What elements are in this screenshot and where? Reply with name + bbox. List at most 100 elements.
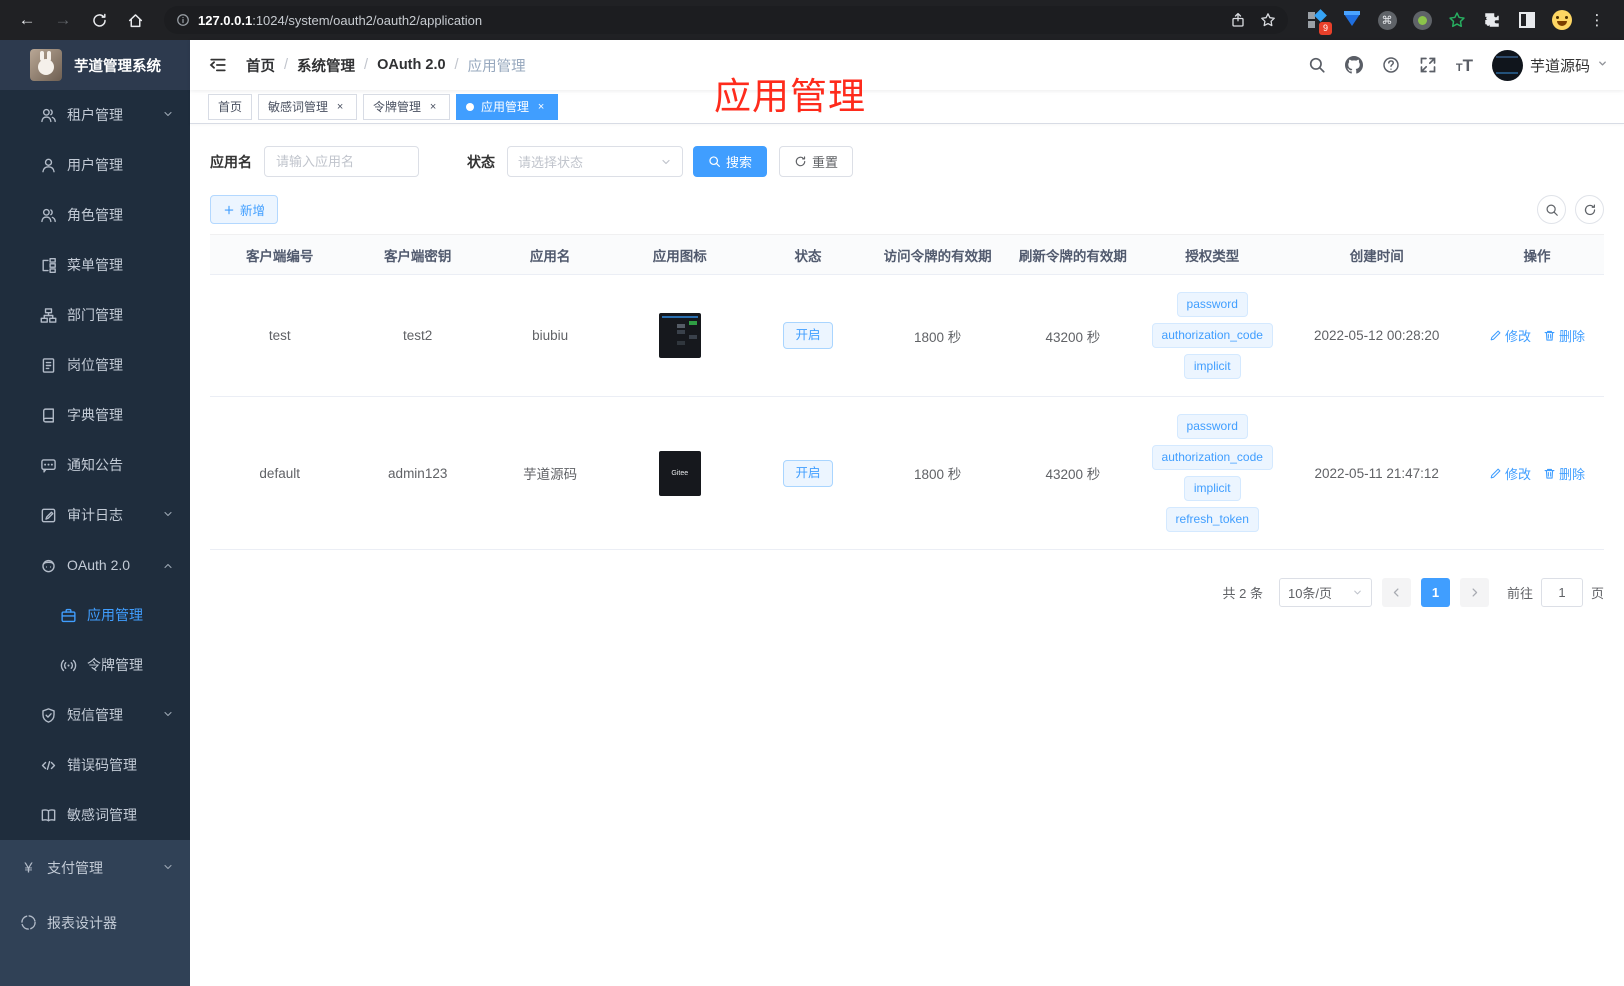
page-number-1[interactable]: 1	[1420, 578, 1450, 607]
header-search-icon[interactable]	[1308, 56, 1326, 74]
browser-back-icon[interactable]: ←	[12, 5, 42, 35]
recorder-extension-icon[interactable]	[1411, 9, 1433, 31]
sidebar-toggle-icon[interactable]	[206, 53, 230, 77]
sidebar-item-role[interactable]: 角色管理	[0, 190, 190, 240]
close-icon[interactable]: ×	[426, 100, 440, 114]
status-badge: 开启	[783, 459, 833, 487]
add-button[interactable]: 新增	[210, 195, 279, 224]
sidebar-item-dict[interactable]: 字典管理	[0, 390, 190, 440]
sidebar-item-label: 角色管理	[67, 207, 123, 223]
prev-page-button[interactable]	[1381, 578, 1411, 607]
gem-extension-icon[interactable]	[1341, 9, 1363, 31]
sidebar-item-audit-log[interactable]: 审计日志	[0, 490, 190, 540]
status-label: 状态	[467, 153, 495, 170]
search-button[interactable]: 搜索	[693, 146, 768, 177]
user-menu[interactable]: 芋道源码	[1491, 49, 1608, 81]
site-info-icon[interactable]	[176, 13, 190, 27]
help-icon[interactable]	[1382, 56, 1400, 74]
breadcrumb: 首页 / 系统管理 / OAuth 2.0 / 应用管理	[246, 55, 526, 76]
delete-button[interactable]: 删除	[1543, 326, 1585, 345]
app-title: 芋道管理系统	[74, 58, 161, 75]
sidebar-item-tenant[interactable]: 租户管理	[0, 90, 190, 140]
browser-menu-icon[interactable]: ⋮	[1586, 9, 1608, 31]
sidebar-item-oauth2-application[interactable]: 应用管理	[0, 590, 190, 640]
tags-view: 首页 敏感词管理 × 令牌管理 × 应用管理 ×	[190, 90, 1624, 124]
share-icon[interactable]	[1230, 12, 1246, 28]
segmented-circle-icon	[20, 914, 37, 931]
extension-badge-count: 9	[1319, 22, 1332, 35]
message-icon	[40, 457, 57, 474]
tab-token[interactable]: 令牌管理 ×	[363, 93, 451, 120]
sidebar-item-label: 岗位管理	[67, 357, 123, 373]
sidebar-item-post[interactable]: 岗位管理	[0, 340, 190, 390]
github-icon[interactable]	[1345, 56, 1363, 74]
reset-button[interactable]: 重置	[779, 146, 854, 177]
chevron-down-icon	[1597, 56, 1608, 74]
col-refresh-ttl: 刷新令牌的有效期	[1004, 234, 1142, 275]
app-icon-image	[658, 313, 701, 358]
sidebar-item-oauth2[interactable]: OAuth 2.0	[0, 540, 190, 590]
refresh-table-button[interactable]	[1575, 195, 1604, 224]
font-size-icon[interactable]: TT	[1456, 57, 1473, 74]
next-page-button[interactable]	[1459, 578, 1489, 607]
breadcrumb-current: 应用管理	[467, 58, 526, 75]
page-size-select[interactable]: 10条/页	[1278, 578, 1372, 607]
app-name-input[interactable]	[264, 146, 419, 177]
sidebar-item-error-code[interactable]: 错误码管理	[0, 740, 190, 790]
breadcrumb-oauth2[interactable]: OAuth 2.0	[377, 57, 445, 73]
extension-badge-icon[interactable]: 9	[1306, 9, 1332, 35]
dark-mode-icon[interactable]	[1516, 9, 1538, 31]
sidebar-item-sensitive-word[interactable]: 敏感词管理	[0, 790, 190, 840]
status-select[interactable]: 请选择状态	[507, 146, 683, 177]
close-icon[interactable]: ×	[534, 100, 548, 114]
app-logo-bar[interactable]: 芋道管理系统	[0, 40, 190, 90]
puzzle-extensions-icon[interactable]	[1481, 9, 1503, 31]
tab-application[interactable]: 应用管理 ×	[456, 93, 559, 120]
address-bar[interactable]: 127.0.0.1:1024/system/oauth2/oauth2/appl…	[164, 6, 1288, 34]
browser-home-icon[interactable]	[120, 5, 150, 35]
username: 芋道源码	[1529, 57, 1590, 75]
table-toolbar: 新增	[210, 195, 1604, 224]
sidebar-item-notice[interactable]: 通知公告	[0, 440, 190, 490]
command-extension-icon[interactable]: ⌘	[1376, 9, 1398, 31]
toggle-search-button[interactable]	[1537, 195, 1566, 224]
delete-button[interactable]: 删除	[1543, 464, 1585, 483]
cell-access-ttl: 1800 秒	[870, 396, 1005, 550]
chevron-down-icon	[162, 107, 174, 123]
cell-created: 2022-05-12 00:28:20	[1283, 274, 1471, 397]
close-icon[interactable]: ×	[333, 100, 347, 114]
table-header-row: 客户端编号 客户端密钥 应用名 应用图标 状态 访问令牌的有效期 刷新令牌的有效…	[210, 234, 1604, 275]
sidebar-item-dept[interactable]: 部门管理	[0, 290, 190, 340]
edit-button[interactable]: 修改	[1489, 326, 1531, 345]
tab-home[interactable]: 首页	[208, 93, 253, 120]
bookmark-star-icon[interactable]	[1260, 12, 1276, 28]
sidebar-item-payment[interactable]: 支付管理	[0, 840, 190, 895]
sidebar-item-label: 通知公告	[67, 457, 123, 473]
fullscreen-icon[interactable]	[1419, 56, 1437, 74]
sidebar-item-report-designer[interactable]: 报表设计器	[0, 895, 190, 950]
sidebar-item-sms[interactable]: 短信管理	[0, 690, 190, 740]
chevron-down-icon	[162, 860, 174, 876]
grant-tag: password	[1176, 414, 1248, 439]
browser-reload-icon[interactable]	[84, 5, 114, 35]
star-extension-icon[interactable]	[1446, 9, 1468, 31]
robot-icon	[40, 557, 57, 574]
profile-emoji-icon[interactable]	[1551, 9, 1573, 31]
tab-sensitive-word[interactable]: 敏感词管理 ×	[258, 93, 358, 120]
trash-icon	[1543, 467, 1556, 480]
edit-button[interactable]: 修改	[1489, 464, 1531, 483]
page: ← → 127.0.0.1:1024/system/oauth2/oauth2/…	[0, 0, 1624, 986]
breadcrumb-system[interactable]: 系统管理	[297, 55, 355, 76]
sidebar-item-menu[interactable]: 菜单管理	[0, 240, 190, 290]
sidebar-item-user[interactable]: 用户管理	[0, 140, 190, 190]
goto-prefix: 前往	[1506, 586, 1533, 601]
browser-forward-icon[interactable]: →	[48, 5, 78, 35]
sidebar-item-oauth2-token[interactable]: 令牌管理	[0, 640, 190, 690]
role-users-icon	[40, 207, 57, 224]
app-icon-image: Gitee	[658, 450, 701, 496]
cell-client-id: default	[210, 396, 350, 550]
breadcrumb-home[interactable]: 首页	[246, 55, 275, 76]
goto-page-input[interactable]	[1540, 578, 1583, 607]
cell-client-secret: admin123	[349, 396, 486, 550]
signal-icon	[60, 657, 77, 674]
